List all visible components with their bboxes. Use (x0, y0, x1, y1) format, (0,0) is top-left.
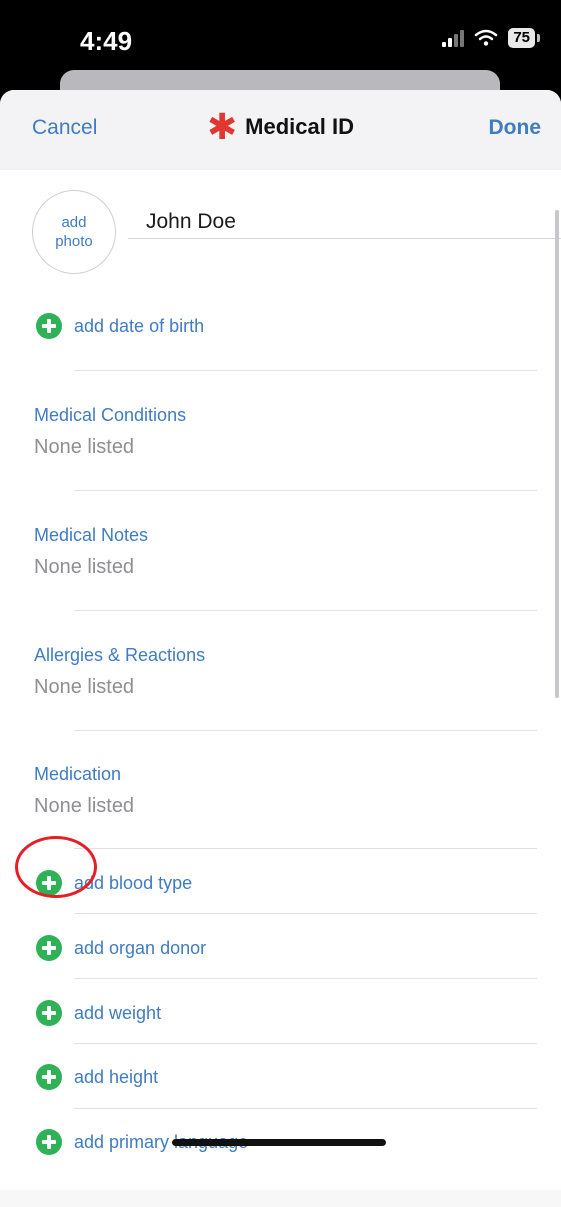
divider (74, 913, 537, 914)
medical-notes-title[interactable]: Medical Notes (34, 525, 148, 546)
add-weight-label[interactable]: add weight (74, 1003, 161, 1024)
add-height-row[interactable]: add height (36, 1064, 158, 1090)
divider (74, 610, 537, 611)
plus-icon[interactable] (36, 313, 62, 339)
nav-title-group: ✱ Medical ID (0, 106, 561, 147)
battery-icon: 75 (508, 28, 540, 48)
medical-notes-value[interactable]: None listed (34, 556, 134, 579)
plus-icon[interactable] (36, 1000, 62, 1026)
status-time: 4:49 (80, 26, 133, 56)
medical-conditions-value[interactable]: None listed (34, 436, 134, 459)
medication-value[interactable]: None listed (34, 795, 134, 818)
add-weight-row[interactable]: add weight (36, 1000, 161, 1026)
add-date-of-birth-row[interactable]: add date of birth (36, 313, 204, 339)
add-organ-donor-label[interactable]: add organ donor (74, 938, 206, 959)
cellular-signal-icon (442, 29, 465, 47)
scroll-indicator[interactable] (555, 210, 559, 698)
name-field[interactable]: John Doe (146, 210, 236, 234)
name-divider (128, 238, 561, 239)
bottom-area (0, 1190, 561, 1207)
add-photo-button[interactable]: add photo (32, 190, 116, 274)
divider (74, 490, 537, 491)
add-organ-donor-row[interactable]: add organ donor (36, 935, 206, 961)
wifi-icon (475, 29, 498, 46)
divider (74, 1043, 537, 1044)
plus-icon[interactable] (36, 1064, 62, 1090)
divider (74, 978, 537, 979)
medical-conditions-title[interactable]: Medical Conditions (34, 405, 186, 426)
allergies-reactions-value[interactable]: None listed (34, 676, 134, 699)
allergies-reactions-title[interactable]: Allergies & Reactions (34, 645, 205, 666)
navigation-bar: Cancel ✱ Medical ID Done (0, 90, 561, 171)
form-content: add photo John Doe add date of birth Medi… (0, 170, 561, 1190)
medication-title[interactable]: Medication (34, 764, 121, 785)
page-title: Medical ID (245, 114, 354, 139)
asterisk-icon: ✱ (207, 106, 238, 147)
divider (74, 730, 537, 731)
plus-icon[interactable] (36, 935, 62, 961)
add-date-of-birth-label[interactable]: add date of birth (74, 316, 204, 337)
done-button[interactable]: Done (489, 116, 542, 140)
divider (74, 370, 537, 371)
home-indicator[interactable] (172, 1139, 386, 1146)
add-height-label[interactable]: add height (74, 1067, 158, 1088)
medical-id-sheet: Cancel ✱ Medical ID Done add photo John D… (0, 90, 561, 1207)
annotation-circle (15, 836, 97, 898)
divider (74, 848, 537, 849)
plus-icon[interactable] (36, 1129, 62, 1155)
status-icons: 75 (442, 28, 540, 48)
divider (74, 1108, 537, 1109)
